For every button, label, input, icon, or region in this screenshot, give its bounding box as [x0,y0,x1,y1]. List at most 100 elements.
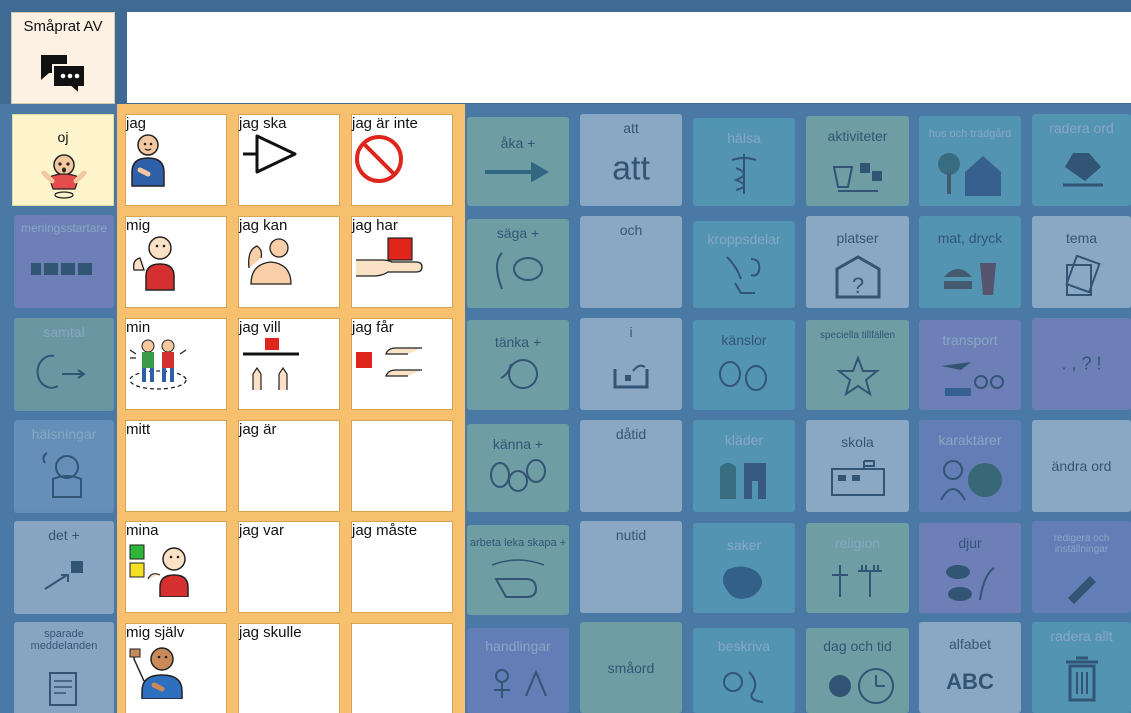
sidebar-item-meningsstartare[interactable]: meningsstartare [14,215,114,308]
speech-toggle-button[interactable]: Småprat AV [11,12,115,104]
grid-item-kanslor[interactable]: känslor [693,320,795,410]
grid-item-kanna[interactable]: känna + [467,424,569,512]
sidebar-item-samtal[interactable]: samtal [14,318,114,411]
grid-item-dag-och-tid[interactable]: dag och tid [806,628,909,713]
actions-icon [494,668,547,698]
grid-item-label: arbeta leka skapa + [469,537,567,549]
phrase-cell-mig-sjalv[interactable]: mig själv [125,623,227,713]
grid-item-beskriva[interactable]: beskriva [693,628,795,713]
sidebar-item-label: hälsningar [31,426,97,442]
phrase-cell-label: jag skulle [239,624,302,641]
phrase-cell-label: mig [126,217,151,234]
grid-item-i[interactable]: i [580,318,682,410]
sidebar-item-det[interactable]: det + [14,521,114,614]
grid-item-klader[interactable]: kläder [693,420,795,512]
grid-item-andra-ord[interactable]: ändra ord [1032,420,1131,512]
grid-item-label: speciella tillfällen [819,330,896,341]
grid-item-skola[interactable]: skola [806,420,909,512]
phrase-cell-label: jag måste [352,522,418,539]
person-waving-icon [129,647,183,700]
grid-item-label: åka + [500,135,536,151]
religion-icon [831,564,882,597]
hand-holding-box-icon [356,237,423,277]
grid-item-alfabet[interactable]: alfabet ABC [919,622,1021,713]
grid-item-kroppsdelar[interactable]: kroppsdelar [693,221,795,308]
punctuation-label: . , ? ! [1061,353,1102,374]
phrase-cell-jag-maste[interactable]: jag måste [351,521,453,613]
feelings-faces-icon [490,459,546,493]
theme-pages-icon [1064,254,1101,296]
grid-item-mat[interactable]: mat, dryck [919,216,1021,308]
phrase-cell-jag[interactable]: jag [125,114,227,206]
phrase-cell-empty-2[interactable] [351,623,453,713]
phrase-cell-jag-kan[interactable]: jag kan [238,216,340,308]
grid-item-label: beskriva [717,638,771,654]
grid-item-radera-ord[interactable]: radera ord [1032,114,1131,206]
grid-item-aka[interactable]: åka + [467,117,569,206]
grid-item-karaktarer[interactable]: karaktärer [919,420,1021,512]
phrase-cell-min[interactable]: min [125,318,227,410]
message-window[interactable] [127,12,1131,103]
grid-item-datid[interactable]: dåtid [580,420,682,512]
phrase-cell-jag-far[interactable]: jag får [351,318,453,410]
phrase-cell-label: jag är inte [352,115,418,132]
grid-item-speciella[interactable]: speciella tillfällen [806,320,909,410]
phrase-cell-jag-var[interactable]: jag var [238,521,340,613]
animals-icon [946,565,995,602]
sidebar-item-halsningar[interactable]: hälsningar [14,420,114,513]
phrase-cell-mitt[interactable]: mitt [125,420,227,512]
grid-item-radera-allt[interactable]: radera allt [1032,622,1131,713]
sidebar-item-sparade[interactable]: sparade meddelanden [14,622,114,713]
grid-item-smaord[interactable]: småord [580,622,682,713]
phrase-cell-label: min [126,319,151,336]
grid-item-och[interactable]: och [580,216,682,308]
phrase-cell-empty-1[interactable] [351,420,453,512]
sidebar-item-oj[interactable]: oj [12,114,114,206]
phrase-cell-jag-har[interactable]: jag har [351,216,453,308]
surprised-person-icon [41,154,87,199]
grid-item-hus[interactable]: hus och trädgård [919,116,1021,206]
grid-item-djur[interactable]: djur [919,523,1021,613]
grid-item-punctuation[interactable]: . , ? ! [1032,318,1131,410]
phrase-cell-jag-ska[interactable]: jag ska [238,114,340,206]
grid-item-handlingar[interactable]: handlingar [467,628,569,713]
grid-item-religion[interactable]: religion [806,523,909,613]
phrase-cell-label: jag är [239,421,277,438]
grid-item-tanka[interactable]: tänka + [467,320,569,410]
describe-icon [723,671,764,703]
grid-item-label: säga + [496,225,540,241]
caduceus-icon [731,154,757,195]
grid-item-redigera[interactable]: redigera och inställningar [1032,521,1131,613]
phrase-cell-jag-vill[interactable]: jag vill [238,318,340,410]
grid-item-saga[interactable]: säga + [467,219,569,308]
grid-item-label: dåtid [615,426,647,442]
grid-item-label: hälsa [727,130,761,146]
phrase-cell-jag-ar-inte[interactable]: jag är inte [351,114,453,206]
speech-toggle-label: Småprat AV [23,18,103,35]
phrase-cell-jag-ar[interactable]: jag är [238,420,340,512]
speaking-face-icon [496,251,543,289]
vehicles-icon [941,361,1004,396]
two-people-circle-icon [129,339,187,390]
grid-item-aktiviteter[interactable]: aktiviteter [806,116,909,206]
phrase-cell-label: jag vill [239,319,281,336]
grid-item-nutid[interactable]: nutid [580,521,682,613]
grid-item-halsa[interactable]: hälsa [693,118,795,206]
phrase-cell-jag-skulle[interactable]: jag skulle [238,623,340,713]
phrase-cell-mina[interactable]: mina [125,521,227,613]
sidebar-item-label: sparade meddelanden [30,628,98,652]
person-with-squares-icon [129,544,189,598]
phrase-cell-mig[interactable]: mig [125,216,227,308]
grid-item-att[interactable]: att att [580,114,682,206]
grid-item-arbeta[interactable]: arbeta leka skapa + [467,525,569,615]
grid-item-label: radera ord [1049,120,1114,136]
grid-item-transport[interactable]: transport [919,320,1021,410]
grid-item-saker[interactable]: saker [693,523,795,613]
grid-item-tema[interactable]: tema [1032,216,1131,308]
sidebar-item-label: meningsstartare [20,221,108,235]
arrow-right-icon [485,162,549,183]
triangle-arrow-icon [243,134,297,174]
sidebar-item-label: samtal [43,324,85,340]
grid-item-platser[interactable]: platser ? [806,216,909,308]
grid-item-label: hus och trädgård [928,128,1012,140]
